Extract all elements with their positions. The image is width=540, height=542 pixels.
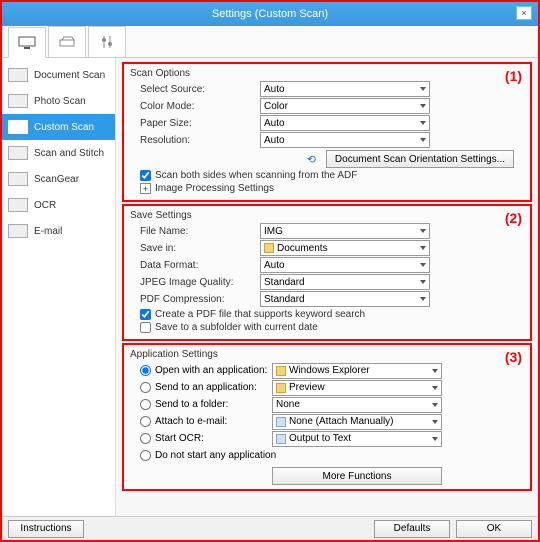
data-format-dropdown[interactable]: Auto — [260, 257, 430, 273]
open-with-app-dropdown[interactable]: Windows Explorer — [272, 363, 442, 379]
instructions-button[interactable]: Instructions — [8, 520, 84, 538]
top-tabs — [2, 26, 538, 58]
sidebar: Document Scan Photo Scan Custom Scan Sca… — [2, 58, 116, 516]
folder-icon — [276, 383, 286, 393]
app-icon — [276, 417, 286, 427]
main-row: Document Scan Photo Scan Custom Scan Sca… — [2, 58, 538, 516]
resolution-label: Resolution: — [140, 135, 260, 146]
open-with-app-radio[interactable]: Open with an application: — [140, 365, 272, 376]
scan-both-sides-checkbox[interactable]: Scan both sides when scanning from the A… — [140, 170, 524, 181]
select-source-dropdown[interactable]: Auto — [260, 81, 430, 97]
custom-scan-icon — [8, 120, 28, 134]
sidebar-item-ocr[interactable]: OCR — [2, 192, 115, 218]
sidebar-item-email[interactable]: E-mail — [2, 218, 115, 244]
application-settings-legend: Application Settings — [130, 349, 524, 360]
application-settings-panel: (3) Application Settings Open with an ap… — [122, 343, 532, 491]
send-to-folder-dropdown[interactable]: None — [272, 397, 442, 413]
start-ocr-dropdown[interactable]: Output to Text — [272, 431, 442, 447]
sidebar-item-label: Scan and Stitch — [34, 148, 104, 159]
subfolder-date-checkbox[interactable]: Save to a subfolder with current date — [140, 322, 524, 333]
close-icon[interactable]: × — [516, 6, 532, 20]
color-mode-dropdown[interactable]: Color — [260, 98, 430, 114]
attach-email-radio[interactable]: Attach to e-mail: — [140, 416, 272, 427]
sidebar-item-custom-scan[interactable]: Custom Scan — [2, 114, 115, 140]
ok-button[interactable]: OK — [456, 520, 532, 538]
window-body: Document Scan Photo Scan Custom Scan Sca… — [2, 26, 538, 516]
window-title: Settings (Custom Scan) — [212, 8, 328, 20]
pdf-compression-label: PDF Compression: — [140, 294, 260, 305]
save-settings-panel: (2) Save Settings File Name: IMG Save in… — [122, 204, 532, 341]
scan-stitch-icon — [8, 146, 28, 160]
titlebar: Settings (Custom Scan) × — [2, 2, 538, 26]
file-name-field[interactable]: IMG — [260, 223, 430, 239]
sidebar-item-photo-scan[interactable]: Photo Scan — [2, 88, 115, 114]
sliders-icon — [100, 35, 114, 49]
jpeg-quality-dropdown[interactable]: Standard — [260, 274, 430, 290]
paper-size-label: Paper Size: — [140, 118, 260, 129]
content-area: (1) Scan Options Select Source: Auto Col… — [116, 58, 538, 516]
sidebar-item-label: Custom Scan — [34, 122, 94, 133]
pdf-compression-dropdown[interactable]: Standard — [260, 291, 430, 307]
app-icon — [276, 434, 286, 444]
panel-annotation-3: (3) — [505, 349, 522, 365]
bottom-bar: Instructions Defaults OK — [2, 516, 538, 540]
save-in-dropdown[interactable]: Documents — [260, 240, 430, 256]
monitor-icon — [18, 36, 36, 50]
restore-defaults-icon[interactable]: ⟲ — [307, 153, 316, 166]
sidebar-item-label: Document Scan — [34, 70, 105, 81]
defaults-button[interactable]: Defaults — [374, 520, 450, 538]
ocr-icon — [8, 198, 28, 212]
image-processing-expander[interactable]: + Image Processing Settings — [140, 183, 524, 194]
file-name-label: File Name: — [140, 226, 260, 237]
sidebar-item-scan-and-stitch[interactable]: Scan and Stitch — [2, 140, 115, 166]
send-to-folder-radio[interactable]: Send to a folder: — [140, 399, 272, 410]
color-mode-label: Color Mode: — [140, 101, 260, 112]
sidebar-item-document-scan[interactable]: Document Scan — [2, 62, 115, 88]
scanner-icon — [58, 35, 76, 49]
jpeg-quality-label: JPEG Image Quality: — [140, 277, 260, 288]
photo-scan-icon — [8, 94, 28, 108]
sidebar-item-label: ScanGear — [34, 174, 79, 185]
sidebar-item-label: OCR — [34, 200, 56, 211]
resolution-dropdown[interactable]: Auto — [260, 132, 430, 148]
top-tab-scan-from-panel[interactable] — [48, 26, 86, 57]
send-to-app-dropdown[interactable]: Preview — [272, 380, 442, 396]
paper-size-dropdown[interactable]: Auto — [260, 115, 430, 131]
scan-options-panel: (1) Scan Options Select Source: Auto Col… — [122, 62, 532, 202]
top-tab-scan-from-computer[interactable] — [8, 27, 46, 58]
panel-annotation-2: (2) — [505, 210, 522, 226]
sidebar-item-label: E-mail — [34, 226, 62, 237]
data-format-label: Data Format: — [140, 260, 260, 271]
document-scan-icon — [8, 68, 28, 82]
do-not-start-radio[interactable]: Do not start any application — [140, 450, 276, 461]
email-icon — [8, 224, 28, 238]
select-source-label: Select Source: — [140, 84, 260, 95]
sidebar-item-label: Photo Scan — [34, 96, 86, 107]
folder-icon — [276, 366, 286, 376]
more-functions-button[interactable]: More Functions — [272, 467, 442, 485]
start-ocr-radio[interactable]: Start OCR: — [140, 433, 272, 444]
sidebar-item-scangear[interactable]: ScanGear — [2, 166, 115, 192]
pdf-keyword-checkbox[interactable]: Create a PDF file that supports keyword … — [140, 309, 524, 320]
save-in-label: Save in: — [140, 243, 260, 254]
save-settings-legend: Save Settings — [130, 210, 524, 221]
scan-options-legend: Scan Options — [130, 68, 524, 79]
attach-email-dropdown[interactable]: None (Attach Manually) — [272, 414, 442, 430]
top-tab-general[interactable] — [88, 26, 126, 57]
settings-window: Settings (Custom Scan) × Document Scan — [0, 0, 540, 542]
plus-icon: + — [140, 183, 151, 194]
panel-annotation-1: (1) — [505, 68, 522, 84]
folder-icon — [264, 243, 274, 253]
scangear-icon — [8, 172, 28, 186]
send-to-app-radio[interactable]: Send to an application: — [140, 382, 272, 393]
orientation-settings-button[interactable]: Document Scan Orientation Settings... — [326, 150, 514, 168]
